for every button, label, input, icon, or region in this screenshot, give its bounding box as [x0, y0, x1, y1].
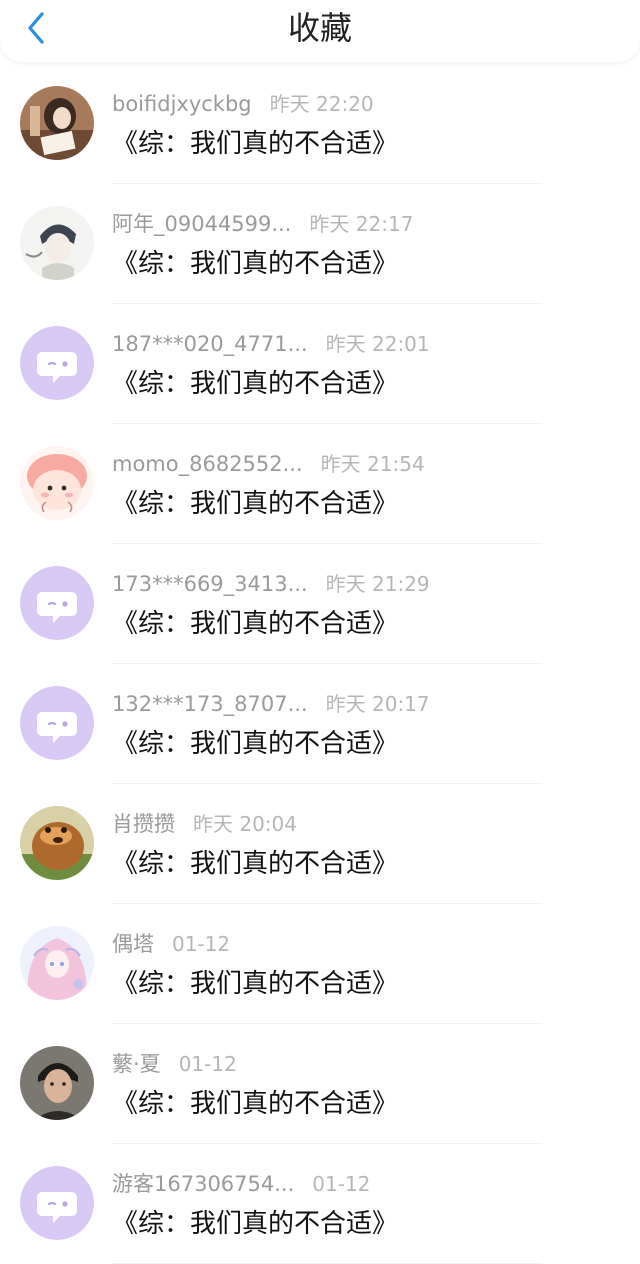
username[interactable]: 游客167306754... [112, 1168, 294, 1200]
username[interactable]: 132***173_8707... [112, 688, 308, 720]
favorites-list: boifidjxyckbg 昨天 22:20 《综：我们真的不合适》 阿年_0904… [0, 64, 640, 1264]
avatar[interactable] [20, 926, 94, 1000]
book-title[interactable]: 《综：我们真的不合适》 [112, 1086, 398, 1122]
timestamp: 昨天 22:17 [309, 212, 414, 236]
item-meta: 偶塔 01-12 [112, 928, 230, 960]
timestamp: 01-12 [178, 1052, 237, 1076]
item-meta: momo_8682552... 昨天 21:54 [112, 448, 425, 480]
username[interactable]: momo_8682552... [112, 448, 303, 480]
item-meta: 肖攒攒 昨天 20:04 [112, 808, 297, 840]
book-title[interactable]: 《综：我们真的不合适》 [112, 126, 398, 162]
timestamp: 昨天 20:04 [193, 812, 297, 836]
avatar[interactable] [20, 86, 94, 160]
list-item[interactable]: 173***669_3413... 昨天 21:29 《综：我们真的不合适》 [0, 544, 640, 664]
username[interactable]: 173***669_3413... [112, 568, 308, 600]
username[interactable]: 偶塔 [112, 928, 154, 960]
item-meta: boifidjxyckbg 昨天 22:20 [112, 88, 374, 120]
username[interactable]: 阿年_09044599... [112, 208, 291, 240]
timestamp: 昨天 21:54 [320, 452, 425, 476]
username[interactable]: 蘩·夏 [112, 1048, 161, 1080]
page-title: 收藏 [287, 9, 352, 47]
book-title[interactable]: 《综：我们真的不合适》 [112, 606, 398, 642]
book-title[interactable]: 《综：我们真的不合适》 [112, 726, 398, 762]
timestamp: 01-12 [172, 932, 231, 956]
avatar[interactable] [20, 326, 94, 400]
list-item[interactable]: boifidjxyckbg 昨天 22:20 《综：我们真的不合适》 [0, 64, 640, 184]
book-title[interactable]: 《综：我们真的不合适》 [112, 1206, 398, 1242]
top-bar: 收藏 [0, 0, 640, 62]
list-item[interactable]: 蘩·夏 01-12 《综：我们真的不合适》 [0, 1024, 640, 1144]
avatar[interactable] [20, 446, 94, 520]
list-item[interactable]: 偶塔 01-12 《综：我们真的不合适》 [0, 904, 640, 1024]
avatar[interactable] [20, 686, 94, 760]
item-meta: 132***173_8707... 昨天 20:17 [112, 688, 430, 720]
avatar[interactable] [20, 566, 94, 640]
avatar[interactable] [20, 1166, 94, 1240]
username[interactable]: 肖攒攒 [112, 808, 175, 840]
item-meta: 游客167306754... 01-12 [112, 1168, 370, 1200]
list-item[interactable]: 187***020_4771... 昨天 22:01 《综：我们真的不合适》 [0, 304, 640, 424]
avatar[interactable] [20, 806, 94, 880]
item-meta: 阿年_09044599... 昨天 22:17 [112, 208, 413, 240]
username[interactable]: boifidjxyckbg [112, 88, 252, 120]
item-meta: 173***669_3413... 昨天 21:29 [112, 568, 430, 600]
timestamp: 昨天 22:01 [325, 332, 430, 356]
avatar[interactable] [20, 206, 94, 280]
list-item[interactable]: 阿年_09044599... 昨天 22:17 《综：我们真的不合适》 [0, 184, 640, 304]
timestamp: 昨天 22:20 [269, 92, 374, 116]
list-item[interactable]: 132***173_8707... 昨天 20:17 《综：我们真的不合适》 [0, 664, 640, 784]
book-title[interactable]: 《综：我们真的不合适》 [112, 246, 398, 282]
book-title[interactable]: 《综：我们真的不合适》 [112, 846, 398, 882]
list-item[interactable]: 游客167306754... 01-12 《综：我们真的不合适》 [0, 1144, 640, 1264]
timestamp: 昨天 21:29 [325, 572, 430, 596]
list-item[interactable]: momo_8682552... 昨天 21:54 《综：我们真的不合适》 [0, 424, 640, 544]
item-meta: 蘩·夏 01-12 [112, 1048, 237, 1080]
list-item[interactable]: 肖攒攒 昨天 20:04 《综：我们真的不合适》 [0, 784, 640, 904]
timestamp: 昨天 20:17 [325, 692, 430, 716]
book-title[interactable]: 《综：我们真的不合适》 [112, 486, 398, 522]
book-title[interactable]: 《综：我们真的不合适》 [112, 366, 398, 402]
avatar[interactable] [20, 1046, 94, 1120]
book-title[interactable]: 《综：我们真的不合适》 [112, 966, 398, 1002]
username[interactable]: 187***020_4771... [112, 328, 308, 360]
timestamp: 01-12 [312, 1172, 371, 1196]
item-meta: 187***020_4771... 昨天 22:01 [112, 328, 430, 360]
